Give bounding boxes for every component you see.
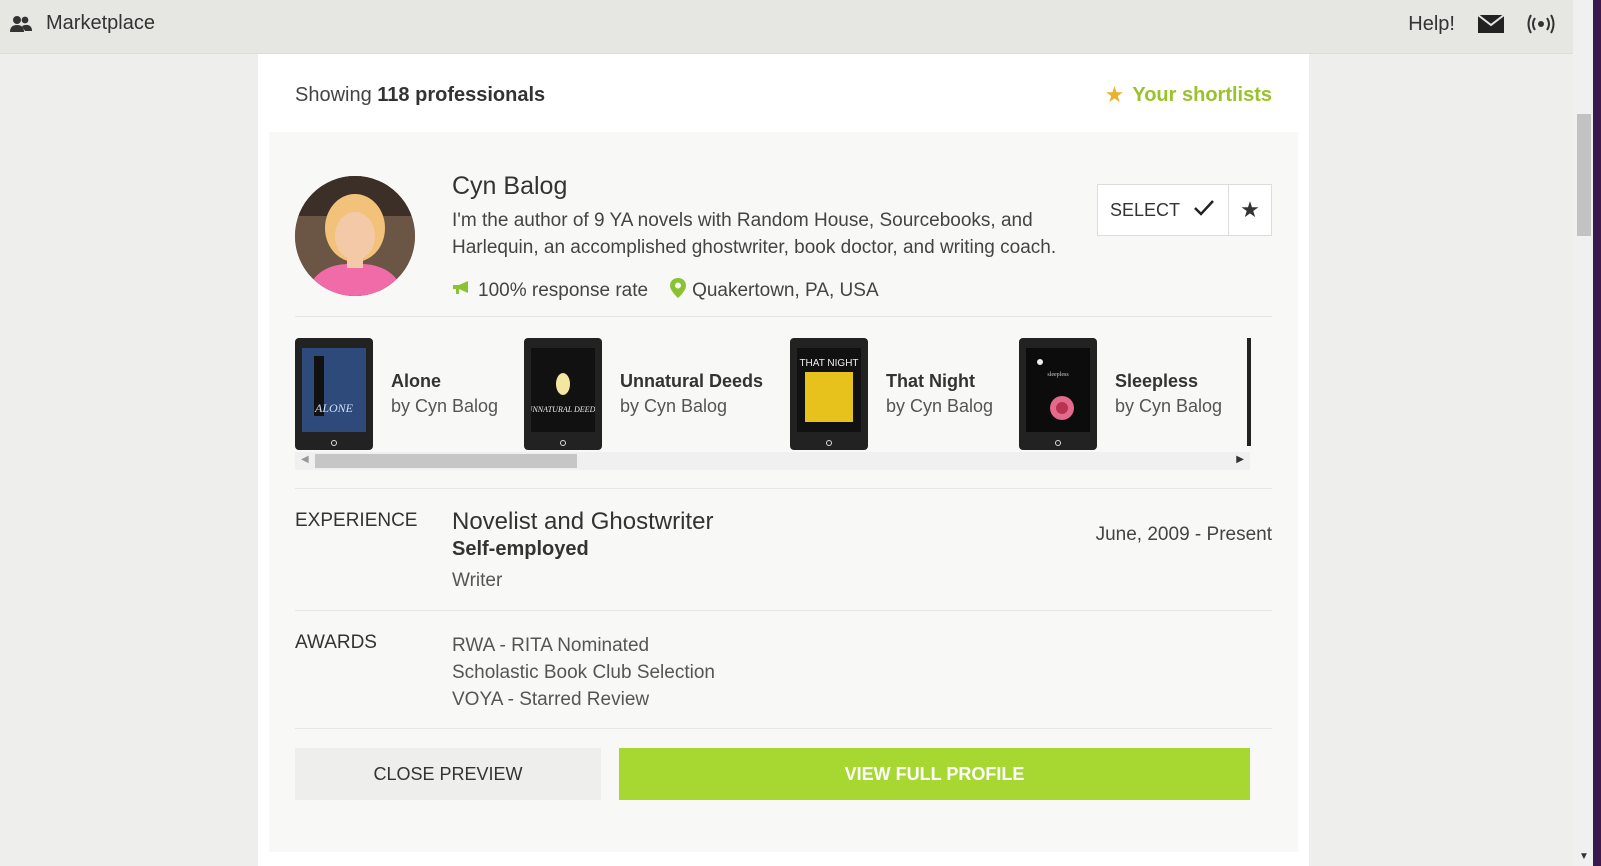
- cover-title: ALONE: [314, 401, 354, 415]
- book-title[interactable]: Alone: [391, 371, 498, 392]
- scroll-down-arrow-icon[interactable]: ▼: [1579, 851, 1589, 862]
- select-controls: SELECT ★: [1096, 184, 1272, 236]
- awards-list: RWA - RITA Nominated Scholastic Book Clu…: [452, 632, 715, 713]
- results-count: Showing 118 professionals: [295, 84, 545, 107]
- award-item: Scholastic Book Club Selection: [452, 662, 715, 683]
- experience-company: Self-employed: [452, 538, 589, 560]
- book-info: Unnatural Deeds by Cyn Balog: [620, 371, 763, 417]
- response-rate-text: 100% response rate: [478, 280, 649, 301]
- marketplace-link[interactable]: Marketplace: [10, 12, 155, 35]
- book-cover: ALONE: [295, 338, 373, 450]
- book-item[interactable]: UNNATURAL DEEDS Unnatural Deeds by Cyn B…: [524, 338, 763, 450]
- broadcast-icon[interactable]: [1527, 12, 1555, 36]
- megaphone-icon: [452, 280, 472, 302]
- close-preview-button[interactable]: CLOSE PREVIEW: [295, 748, 601, 800]
- shortlists-link[interactable]: ★ Your shortlists: [1105, 82, 1272, 108]
- book-cover: sleepless: [1019, 338, 1097, 450]
- page-scrollbar-thumb[interactable]: [1577, 114, 1591, 236]
- select-button[interactable]: SELECT: [1098, 185, 1229, 235]
- location-text: Quakertown, PA, USA: [692, 280, 879, 301]
- results-count-value: 118 professionals: [377, 83, 546, 106]
- book-info: Sleepless by Cyn Balog: [1115, 371, 1222, 417]
- shortlist-star-button[interactable]: ★: [1229, 185, 1271, 235]
- map-pin-icon: [670, 278, 687, 304]
- book-item[interactable]: ALONE Alone by Cyn Balog: [295, 338, 498, 450]
- location: Quakertown, PA, USA: [670, 278, 879, 304]
- profile-preview-card: Cyn Balog I'm the author of 9 YA novels …: [269, 132, 1298, 852]
- shortlists-label: Your shortlists: [1132, 83, 1272, 106]
- divider: [295, 728, 1272, 729]
- next-book-partial: [1247, 338, 1251, 446]
- view-full-profile-button[interactable]: VIEW FULL PROFILE: [619, 748, 1250, 800]
- book-item[interactable]: THAT NIGHT That Night by Cyn Balog: [790, 338, 993, 450]
- cover-dot: [1055, 440, 1061, 446]
- results-panel: Showing 118 professionals ★ Your shortli…: [258, 54, 1309, 866]
- profile-bio: I'm the author of 9 YA novels with Rando…: [452, 210, 1057, 258]
- star-icon: ★: [1104, 82, 1125, 107]
- book-info: Alone by Cyn Balog: [391, 371, 498, 417]
- book-author: by Cyn Balog: [620, 396, 728, 416]
- results-count-prefix: Showing: [295, 83, 372, 106]
- star-icon: ★: [1240, 197, 1260, 222]
- book-author: by Cyn Balog: [391, 396, 499, 416]
- cover-dot: [560, 440, 566, 446]
- select-label: SELECT: [1109, 199, 1180, 220]
- cover-dot: [826, 440, 832, 446]
- book-cover: UNNATURAL DEEDS: [524, 338, 602, 450]
- profile-name[interactable]: Cyn Balog: [452, 172, 567, 201]
- envelope-icon[interactable]: [1477, 12, 1505, 36]
- book-title[interactable]: Unnatural Deeds: [620, 371, 763, 392]
- cover-title: UNNATURAL DEEDS: [531, 405, 595, 414]
- app-title: Marketplace: [46, 12, 155, 34]
- scroll-right-arrow-icon[interactable]: ▶: [1236, 454, 1244, 465]
- page-scrollbar[interactable]: ▼: [1573, 0, 1593, 866]
- cover-dot: [331, 440, 337, 446]
- book-title[interactable]: Sleepless: [1115, 371, 1222, 392]
- window-edge: [1593, 0, 1601, 866]
- experience-dates: June, 2009 - Present: [1095, 524, 1272, 545]
- book-item[interactable]: sleepless Sleepless by Cyn Balog: [1019, 338, 1222, 450]
- books-scrollbar-thumb[interactable]: [315, 454, 577, 468]
- divider: [295, 610, 1272, 611]
- checkmark-icon: [1194, 199, 1214, 221]
- award-item: VOYA - Starred Review: [452, 689, 650, 710]
- book-title[interactable]: That Night: [886, 371, 993, 392]
- experience-title: Novelist and Ghostwriter: [452, 508, 714, 535]
- cover-title: THAT NIGHT: [799, 358, 858, 369]
- divider: [295, 488, 1272, 489]
- cover-title: sleepless: [1047, 372, 1069, 378]
- book-info: That Night by Cyn Balog: [886, 371, 993, 417]
- book-cover: THAT NIGHT: [790, 338, 868, 450]
- awards-label: AWARDS: [295, 632, 377, 653]
- award-item: RWA - RITA Nominated: [452, 635, 650, 656]
- divider: [295, 316, 1272, 317]
- people-icon: [10, 13, 32, 35]
- scroll-left-arrow-icon[interactable]: ◀: [301, 454, 309, 465]
- books-scrollbar[interactable]: ◀ ▶: [295, 452, 1250, 470]
- book-author: by Cyn Balog: [886, 396, 994, 416]
- book-author: by Cyn Balog: [1115, 396, 1223, 416]
- top-bar: Marketplace Help!: [0, 0, 1573, 54]
- response-rate: 100% response rate: [452, 280, 648, 302]
- avatar: [295, 176, 415, 296]
- results-header: Showing 118 professionals ★ Your shortli…: [295, 80, 1272, 110]
- books-carousel: ALONE Alone by Cyn Balog UNNATURAL DEEDS: [295, 338, 1248, 450]
- experience-role: Writer: [452, 570, 503, 591]
- help-link[interactable]: Help!: [1408, 13, 1455, 36]
- experience-label: EXPERIENCE: [295, 510, 418, 531]
- profile-meta: 100% response rate Quakertown, PA, USA: [452, 278, 879, 304]
